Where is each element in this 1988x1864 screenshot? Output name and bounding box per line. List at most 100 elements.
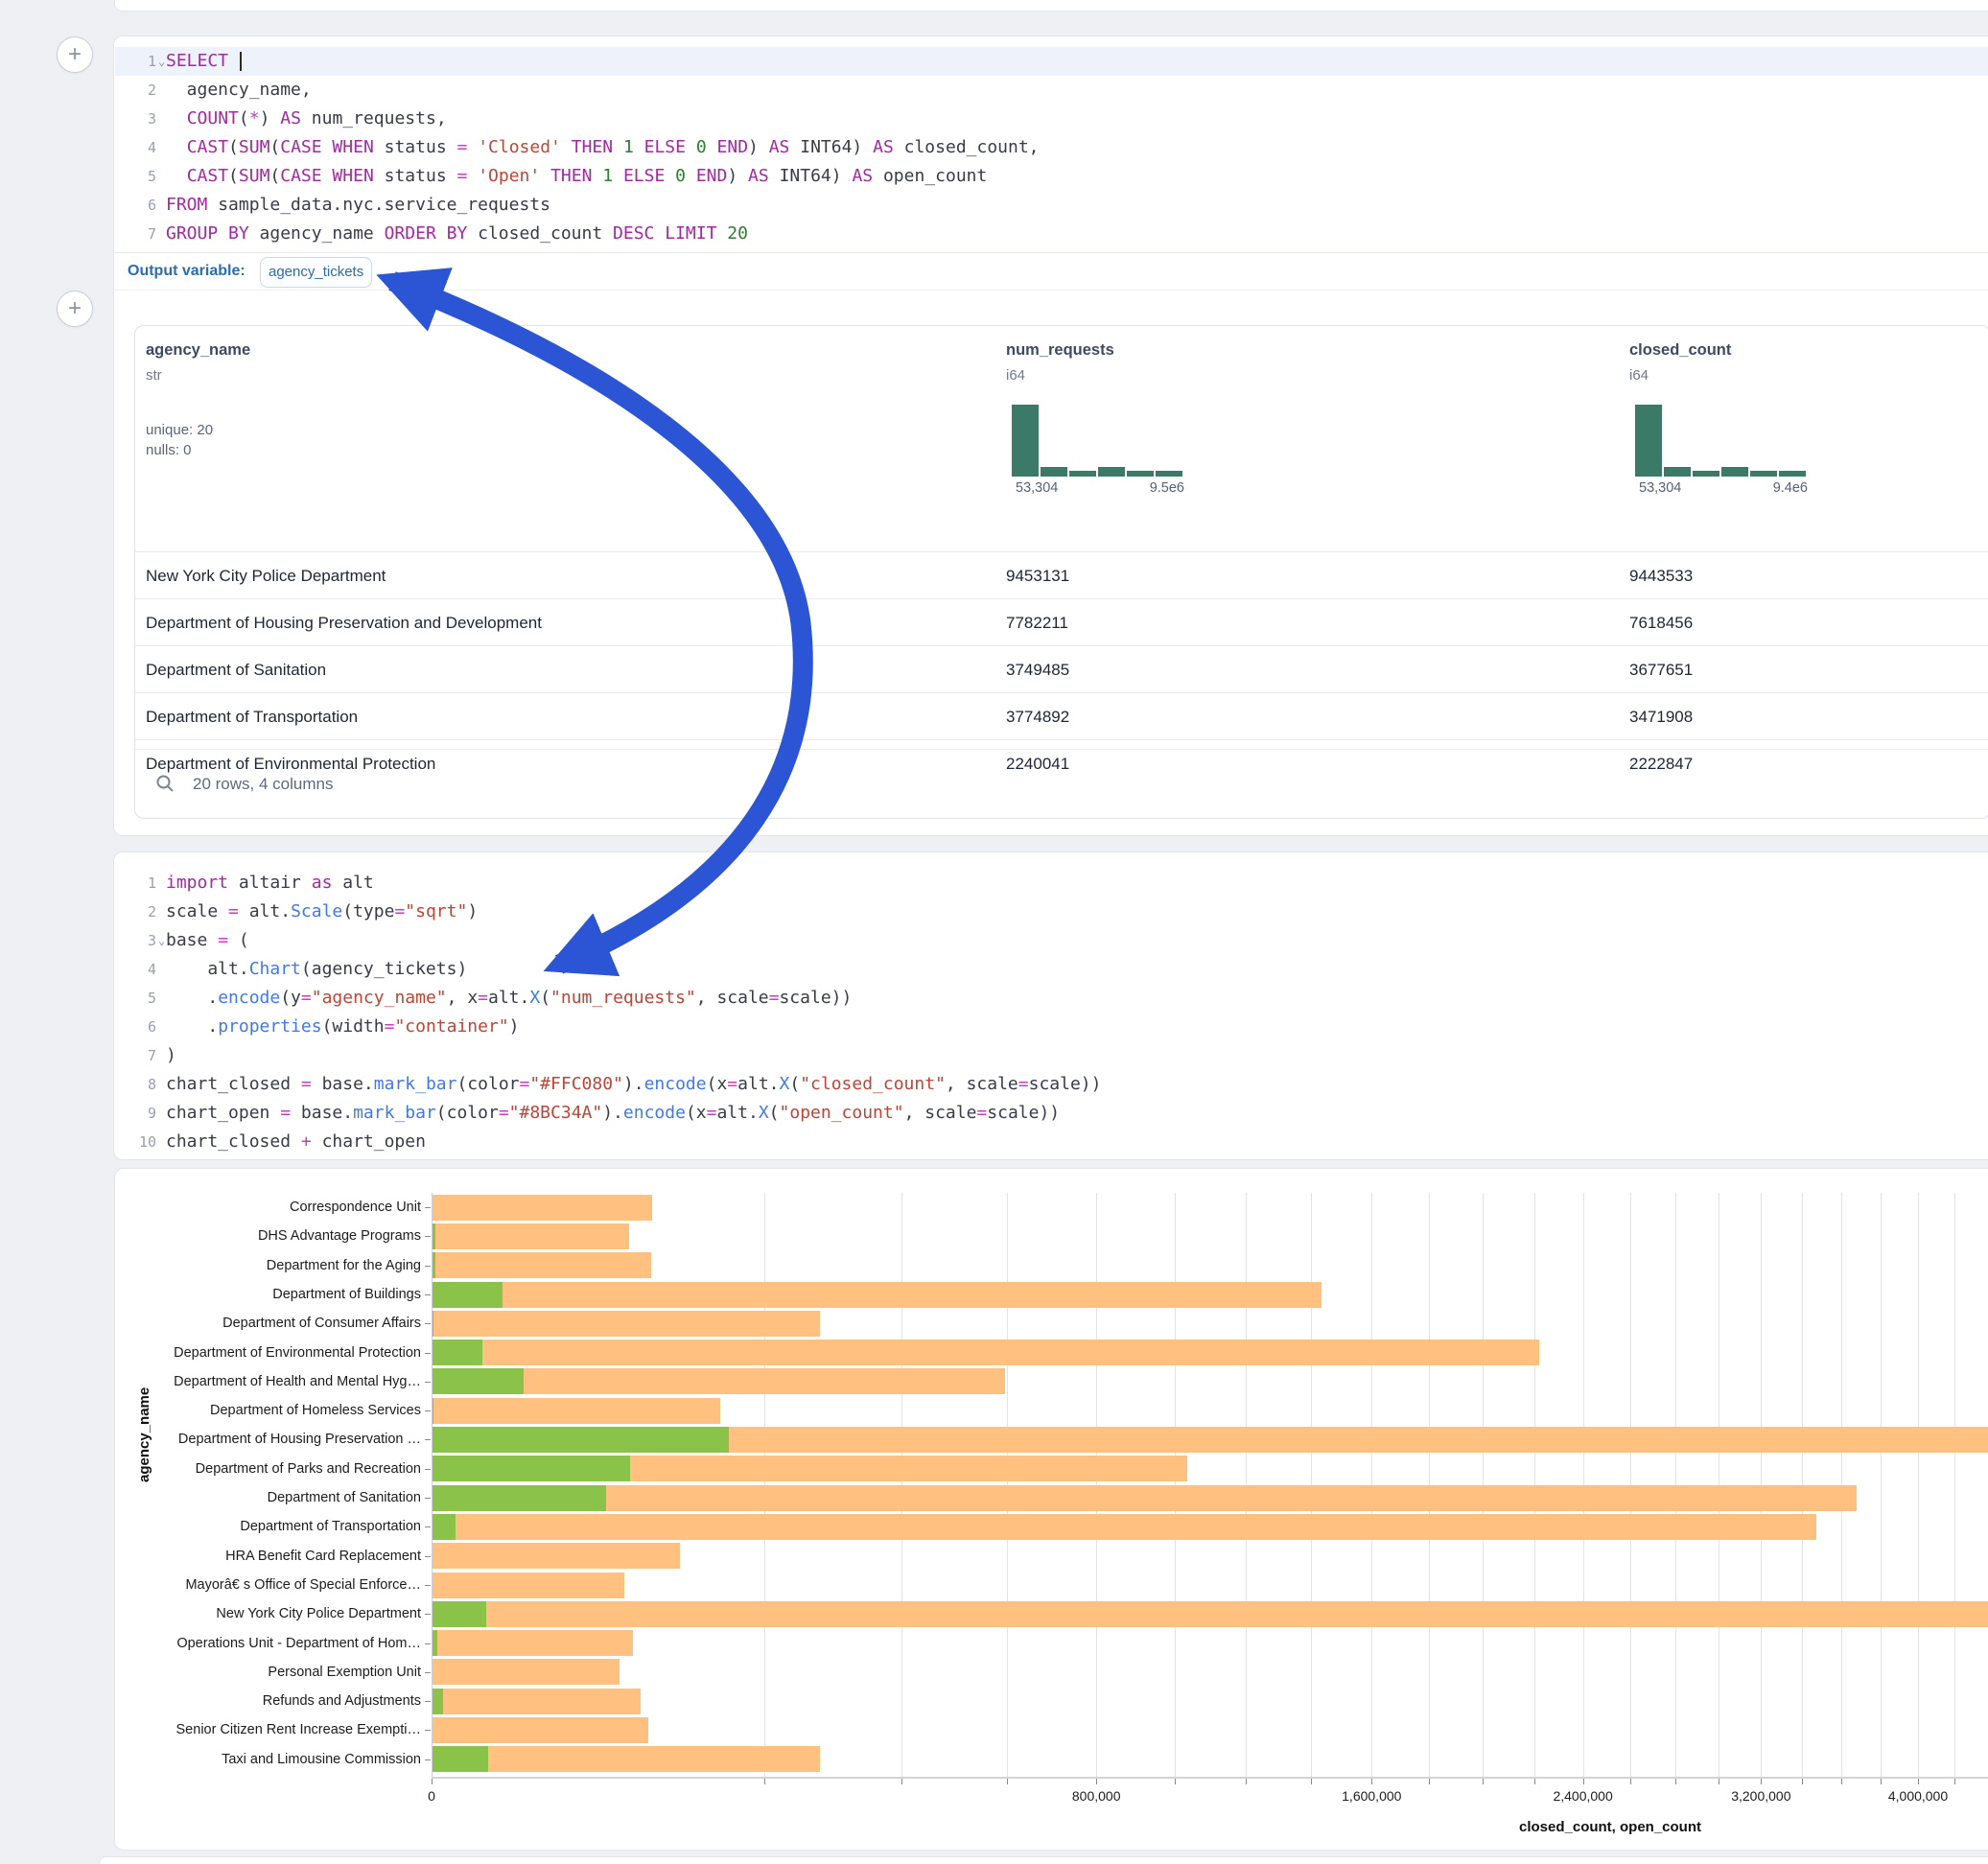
line-number: 6 — [114, 1013, 156, 1041]
y-tick — [425, 1672, 431, 1673]
bar-closed_count[interactable] — [432, 1573, 624, 1598]
bar-closed_count[interactable] — [432, 1514, 1816, 1540]
column-header-num_requests[interactable]: num_requestsi64 — [1006, 341, 1114, 384]
y-tick — [425, 1236, 431, 1237]
code-line[interactable]: 1import altair as alt — [114, 869, 1988, 897]
y-tick — [425, 1526, 431, 1527]
y-tick — [425, 1353, 431, 1354]
column-name: closed_count — [1629, 341, 1731, 360]
bar-closed_count[interactable] — [432, 1630, 633, 1656]
code-line[interactable]: 5 .encode(y="agency_name", x=alt.X("num_… — [114, 984, 1988, 1013]
gridline — [1954, 1193, 1955, 1777]
bar-closed_count[interactable] — [432, 1340, 1539, 1365]
code-line[interactable]: 6FROM sample_data.nyc.service_requests — [114, 191, 1988, 220]
bar-open_count[interactable] — [432, 1689, 443, 1714]
table-row[interactable]: Department of Housing Preservation and D… — [135, 598, 1988, 645]
histogram-bar — [1127, 471, 1154, 477]
line-number: 3 — [114, 926, 156, 955]
line-number: 4 — [114, 133, 156, 162]
bar-closed_count[interactable] — [432, 1659, 620, 1685]
bar-open_count[interactable] — [432, 1282, 503, 1308]
bar-closed_count[interactable] — [432, 1398, 720, 1424]
code-line[interactable]: 2scale = alt.Scale(type="sqrt") — [114, 897, 1988, 926]
table-row[interactable]: Department of Sanitation37494853677651 — [135, 645, 1988, 692]
line-number: 10 — [114, 1128, 156, 1156]
code-line[interactable]: 7GROUP BY agency_name ORDER BY closed_co… — [114, 220, 1988, 248]
text-cursor — [240, 52, 242, 71]
y-tick — [425, 1556, 431, 1557]
bar-closed_count[interactable] — [432, 1746, 820, 1772]
search-icon[interactable] — [155, 774, 175, 793]
dataframe-footer: 20 rows, 4 columns — [135, 749, 1988, 818]
bar-closed_count[interactable] — [432, 1282, 1321, 1308]
histogram-max-label: 9.4e6 — [1773, 480, 1808, 496]
bar-closed_count[interactable] — [432, 1717, 648, 1743]
line-number: 1 — [114, 869, 156, 897]
sql-editor[interactable]: 1⌄SELECT 2 agency_name,3 COUNT(*) AS num… — [114, 47, 1988, 248]
bar-closed_count[interactable] — [432, 1689, 641, 1714]
column-header-agency_name[interactable]: agency_namestrunique: 20nulls: 0 — [146, 341, 250, 458]
y-tick — [425, 1701, 431, 1702]
bar-closed_count[interactable] — [432, 1601, 1988, 1627]
y-axis-label: Mayorâ€ s Office of Special Enforce… — [133, 1571, 421, 1599]
bar-open_count[interactable] — [432, 1427, 729, 1453]
table-row[interactable]: New York City Police Department945313194… — [135, 551, 1988, 598]
line-number: 8 — [114, 1070, 156, 1099]
bar-closed_count[interactable] — [432, 1485, 1857, 1511]
fold-chevron-icon[interactable]: ⌄ — [158, 926, 165, 955]
sql-cell: 1⌄SELECT 2 agency_name,3 COUNT(*) AS num… — [113, 35, 1988, 836]
histogram-bar — [1041, 467, 1067, 477]
code-line[interactable]: 6 .properties(width="container") — [114, 1013, 1988, 1041]
table-row[interactable]: Department of Transportation377489234719… — [135, 692, 1988, 739]
y-axis-label: Department of Homeless Services — [133, 1396, 421, 1425]
y-axis-label: DHS Advantage Programs — [133, 1222, 421, 1250]
histogram-bar — [1069, 471, 1096, 477]
fold-chevron-icon[interactable]: ⌄ — [158, 47, 165, 76]
table-cell: 9443533 — [1629, 552, 1693, 599]
bar-open_count[interactable] — [432, 1456, 630, 1481]
code-line[interactable]: 3 COUNT(*) AS num_requests, — [114, 105, 1988, 133]
bar-closed_count[interactable] — [432, 1252, 651, 1278]
column-header-closed_count[interactable]: closed_counti64 — [1629, 341, 1731, 384]
bar-closed_count[interactable] — [432, 1195, 652, 1221]
bar-open_count[interactable] — [432, 1514, 456, 1540]
code-line[interactable]: 4 CAST(SUM(CASE WHEN status = 'Closed' T… — [114, 133, 1988, 162]
output-variable-pill[interactable]: agency_tickets — [260, 257, 372, 288]
histogram-bar — [1012, 405, 1039, 477]
bar-closed_count[interactable] — [432, 1311, 820, 1337]
y-tick — [425, 1614, 431, 1615]
code-line[interactable]: 9chart_open = base.mark_bar(color="#8BC3… — [114, 1099, 1988, 1128]
row-column-count: 20 rows, 4 columns — [193, 775, 333, 794]
code-line[interactable]: 4 alt.Chart(agency_tickets) — [114, 955, 1988, 984]
bar-open_count[interactable] — [432, 1485, 606, 1511]
code-line[interactable]: 7) — [114, 1041, 1988, 1070]
add-cell-button-top[interactable]: + — [57, 36, 93, 73]
x-tick — [1371, 1779, 1372, 1784]
bar-open_count[interactable] — [432, 1601, 486, 1627]
line-number: 7 — [114, 1041, 156, 1070]
line-number: 7 — [114, 220, 156, 248]
code-line[interactable]: 10chart_closed + chart_open — [114, 1128, 1988, 1156]
y-axis-label: Department of Health and Mental Hyg… — [133, 1367, 421, 1396]
code-line[interactable]: 3⌄base = ( — [114, 926, 1988, 955]
chart-output: 800,0001,600,0002,400,0003,200,0004,000,… — [114, 1168, 1988, 1851]
bar-closed_count[interactable] — [432, 1223, 629, 1249]
y-axis-label: HRA Benefit Card Replacement — [133, 1542, 421, 1571]
table-cell: 7618456 — [1629, 599, 1693, 646]
code-line[interactable]: 8chart_closed = base.mark_bar(color="#FF… — [114, 1070, 1988, 1099]
code-line[interactable]: 5 CAST(SUM(CASE WHEN status = 'Open' THE… — [114, 162, 1988, 191]
bar-open_count[interactable] — [432, 1340, 482, 1365]
python-editor[interactable]: 1import altair as alt2scale = alt.Scale(… — [114, 869, 1988, 1156]
x-tick — [1007, 1779, 1008, 1784]
code-line[interactable]: 2 agency_name, — [114, 76, 1988, 105]
next-cell-edge — [99, 1856, 1988, 1864]
bar-open_count[interactable] — [432, 1368, 524, 1394]
code-line[interactable]: 1⌄SELECT — [114, 47, 1988, 76]
line-number: 6 — [114, 191, 156, 220]
add-cell-button-output[interactable]: + — [57, 291, 93, 327]
bar-closed_count[interactable] — [432, 1543, 680, 1569]
y-axis-label: Department of Consumer Affairs — [133, 1309, 421, 1338]
x-tick — [1841, 1779, 1842, 1784]
bar-open_count[interactable] — [432, 1746, 488, 1772]
y-axis-label: Department of Housing Preservation … — [133, 1425, 421, 1454]
